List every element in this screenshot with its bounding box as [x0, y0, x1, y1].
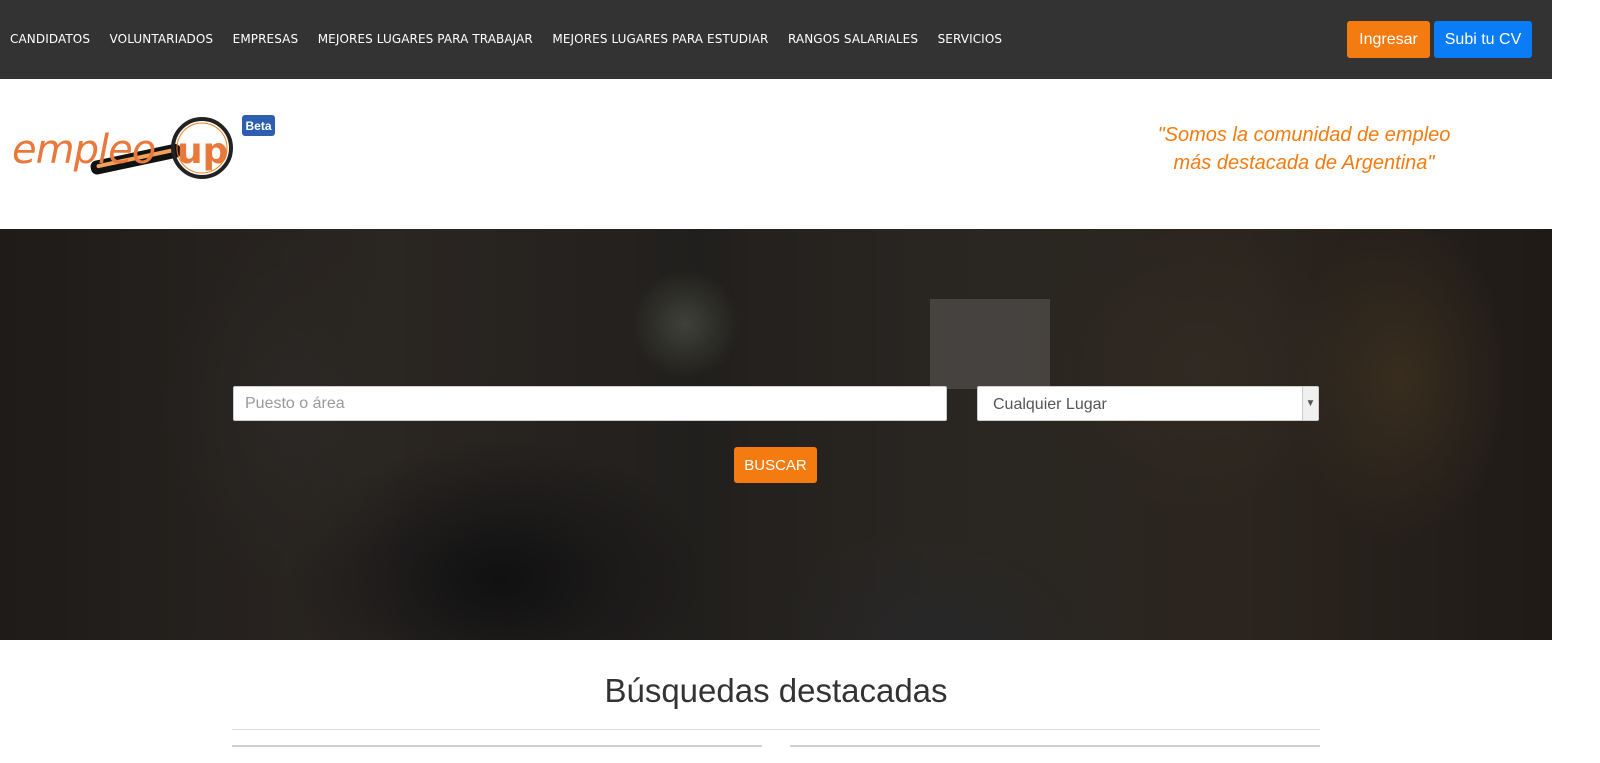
nav-voluntariados[interactable]: VOLUNTARIADOS — [110, 32, 214, 46]
featured-card[interactable] — [232, 745, 762, 763]
slogan: "Somos la comunidad de empleo más destac… — [1100, 121, 1508, 177]
nav-empresas[interactable]: EMPRESAS — [233, 32, 299, 46]
logo-wordmark-accent: up — [177, 131, 228, 172]
search-button[interactable]: BUSCAR — [734, 447, 817, 483]
upload-cv-button[interactable]: Subi tu CV — [1434, 21, 1532, 58]
nav-candidatos[interactable]: CANDIDATOS — [10, 32, 90, 46]
empleoup-logo[interactable]: empleo up — [12, 115, 252, 185]
slogan-line-1: "Somos la comunidad de empleo — [1157, 124, 1451, 146]
top-navbar: CANDIDATOS VOLUNTARIADOS EMPRESAS MEJORE… — [0, 0, 1552, 79]
slogan-line-2: más destacada de Argentina" — [1173, 152, 1435, 174]
section-divider — [232, 729, 1320, 730]
featured-searches-title: Búsquedas destacadas — [604, 672, 948, 709]
nav-mejores-lugares-estudiar[interactable]: MEJORES LUGARES PARA ESTUDIAR — [552, 32, 768, 46]
hero-search-banner — [0, 229, 1552, 640]
logo-wordmark-main: empleo — [12, 127, 155, 173]
nav-mejores-lugares-trabajar[interactable]: MEJORES LUGARES PARA TRABAJAR — [318, 32, 533, 46]
nav-servicios[interactable]: SERVICIOS — [938, 32, 1003, 46]
page-scrollbar[interactable] — [1552, 0, 1600, 763]
hero-overlay — [0, 229, 1552, 640]
featured-card[interactable] — [790, 745, 1320, 763]
beta-badge: Beta — [242, 115, 275, 136]
location-select-value: Cualquier Lugar — [993, 396, 1107, 413]
login-button[interactable]: Ingresar — [1347, 21, 1430, 58]
main-nav: CANDIDATOS VOLUNTARIADOS EMPRESAS MEJORE… — [10, 32, 1022, 46]
keyword-search-input[interactable]: Puesto o área — [233, 386, 947, 421]
chevron-down-icon[interactable]: ▼ — [1302, 387, 1318, 420]
nav-rangos-salariales[interactable]: RANGOS SALARIALES — [788, 32, 918, 46]
keyword-search-placeholder: Puesto o área — [245, 394, 345, 412]
brand-header: empleo up Beta "Somos la comunidad de em… — [0, 79, 1552, 229]
location-select[interactable]: Cualquier Lugar ▼ — [977, 386, 1319, 421]
